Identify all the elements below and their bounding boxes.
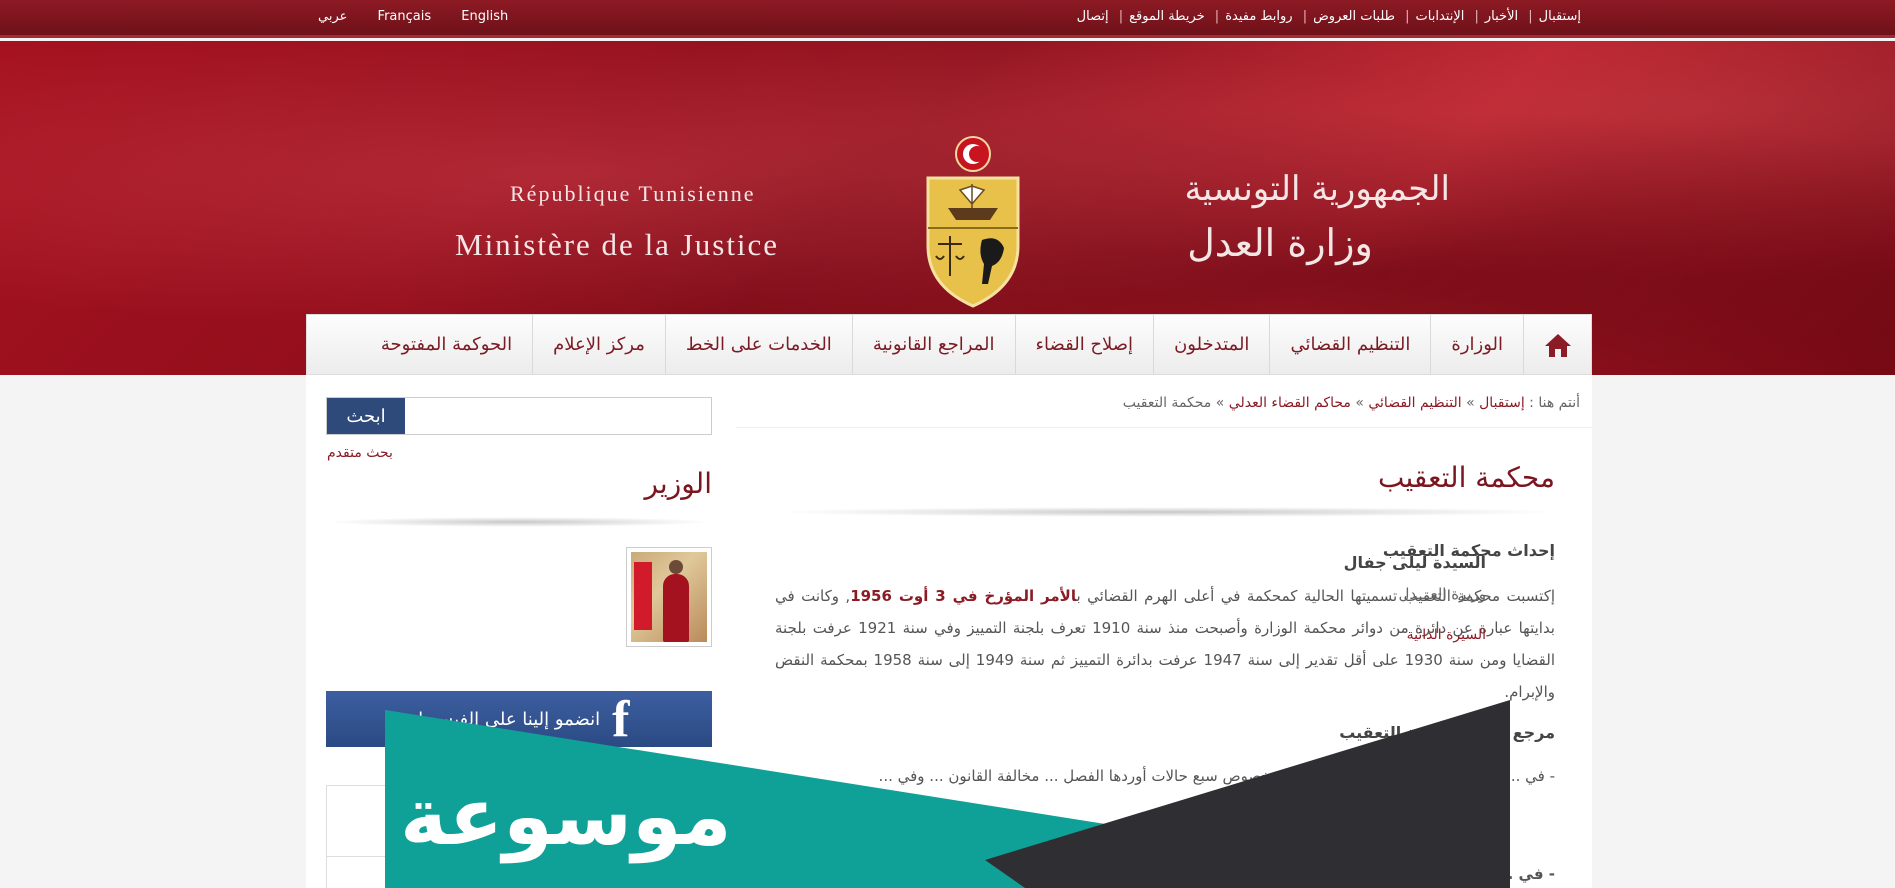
top-link-tenders[interactable]: طلبات العروض (1313, 9, 1395, 24)
top-link-sitemap[interactable]: خريطة الموقع (1129, 9, 1205, 24)
top-link-home[interactable]: إستقبال (1539, 9, 1581, 24)
nav-judicial-organization[interactable]: التنظيم القضائي (1269, 315, 1430, 374)
minister-role: وزيرة العـــدل (1398, 585, 1487, 603)
nav-ministry[interactable]: الوزارة (1430, 315, 1523, 374)
banner-fr-ministry: Ministère de la Justice (455, 227, 780, 262)
nav-online-services[interactable]: الخدمات على الخط (664, 315, 852, 374)
breadcrumb-courts[interactable]: محاكم القضاء العدلي (1229, 395, 1351, 411)
breadcrumb-divider (736, 427, 1592, 428)
breadcrumb-current: محكمة التعقيب (1122, 395, 1212, 411)
top-link-recruitment[interactable]: الإنتدابات (1416, 9, 1465, 24)
banner-ar-republic: الجمهورية التونسية (1184, 169, 1450, 209)
search-button[interactable]: ابحث (327, 398, 405, 434)
minister-name: السيدة ليلى جفال (1343, 553, 1486, 572)
minister-cv-link[interactable]: السيرة الذاتية (1407, 627, 1486, 643)
language-switcher: عربي Français English (318, 9, 534, 24)
minister-heading-divider (326, 517, 712, 527)
watermark-logo-text: موسوعة (400, 770, 734, 863)
minister-heading: الوزير (644, 467, 712, 500)
nav-home[interactable] (1523, 315, 1591, 374)
nav-judicial-reform[interactable]: إصلاح القضاء (1014, 315, 1154, 374)
breadcrumb-prefix: أنتم هنا : (1529, 395, 1580, 411)
nav-legal-references[interactable]: المراجع القانونية (851, 315, 1015, 374)
lang-french[interactable]: Français (378, 9, 432, 24)
nav-stakeholders[interactable]: المتدخلون (1153, 315, 1269, 374)
minister-photo[interactable] (626, 547, 712, 647)
top-link-useful-links[interactable]: روابط مفيدة (1225, 9, 1292, 24)
lang-english[interactable]: English (461, 9, 508, 24)
top-link-contact[interactable]: إتصال (1077, 9, 1109, 24)
nav-open-governance[interactable]: الحوكمة المفتوحة (361, 315, 532, 374)
page-title: محكمة التعقيب (1377, 461, 1555, 494)
top-link-news[interactable]: الأخبار (1485, 9, 1518, 24)
home-icon (1544, 333, 1571, 357)
banner-ar-ministry: وزارة العدل (1187, 221, 1373, 265)
coat-of-arms-icon (926, 136, 1020, 308)
breadcrumb-home[interactable]: إستقبال (1479, 395, 1525, 411)
decree-date: الأمر المؤرخ في 3 أوت 1956 (850, 587, 1077, 605)
top-links: إستقبال| الأخبار| الإنتدابات| طلبات العر… (1076, 9, 1581, 24)
title-divider (771, 507, 1562, 517)
lang-arabic[interactable]: عربي (318, 9, 347, 24)
nav-media-center[interactable]: مركز الإعلام (532, 315, 665, 374)
breadcrumb-judicial-org[interactable]: التنظيم القضائي (1368, 395, 1461, 411)
search-form: ابحث (326, 397, 712, 435)
search-input[interactable] (405, 398, 711, 434)
breadcrumb: أنتم هنا : إستقبال » التنظيم القضائي » م… (1122, 395, 1580, 411)
banner-fr-republic: République Tunisienne (510, 181, 756, 206)
main-nav: الوزارة التنظيم القضائي المتدخلون إصلاح … (306, 314, 1592, 375)
advanced-search-link[interactable]: بحث متقدم (327, 445, 393, 461)
top-bar: إستقبال| الأخبار| الإنتدابات| طلبات العر… (0, 0, 1895, 38)
